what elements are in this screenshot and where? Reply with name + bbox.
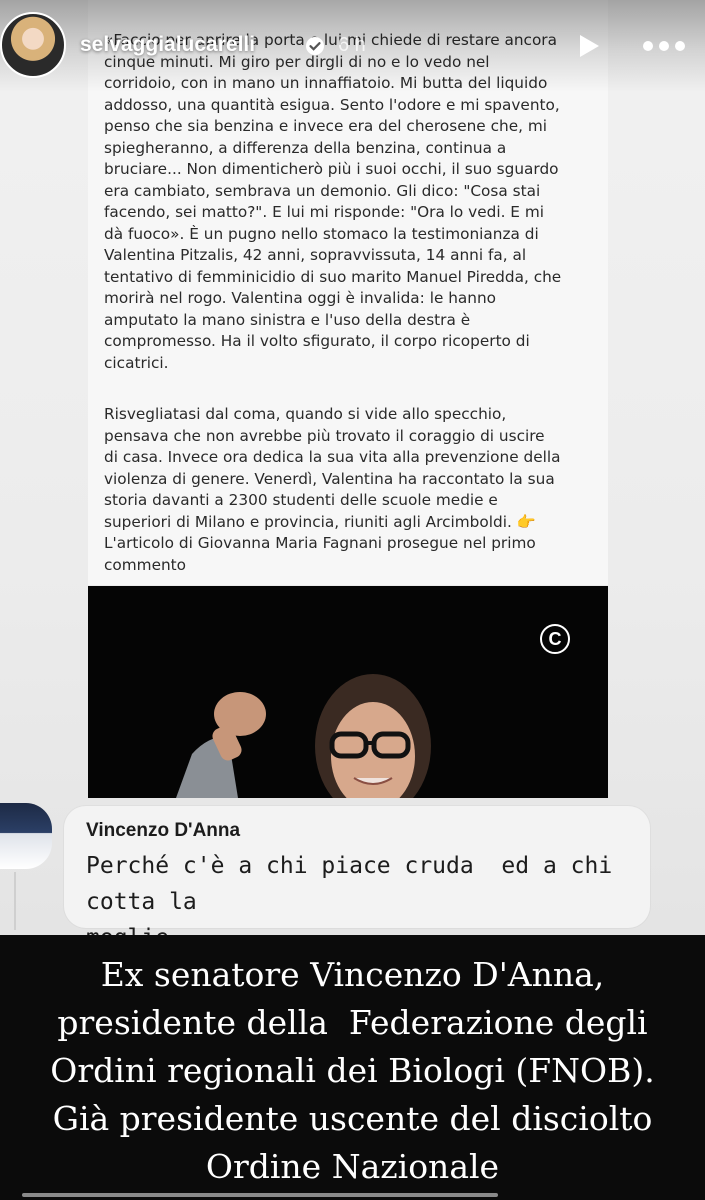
story-bottom-bar bbox=[22, 1193, 498, 1197]
story-timestamp: 6 h bbox=[338, 34, 366, 56]
verified-badge-icon bbox=[306, 37, 324, 55]
comment-text: Perché c'è a chi piace cruda ed a chi co… bbox=[86, 853, 613, 935]
comment-author[interactable]: Vincenzo D'Anna bbox=[86, 820, 240, 842]
story-username[interactable]: selvaggialucarelli bbox=[80, 33, 255, 57]
avatar[interactable] bbox=[0, 12, 66, 78]
story-content: «Faccio per aprire la porta e lui mi chi… bbox=[0, 0, 705, 935]
post-photo: C bbox=[88, 586, 608, 798]
copyright-c-icon: C bbox=[540, 624, 570, 654]
comment-avatar[interactable] bbox=[0, 803, 52, 869]
play-icon[interactable] bbox=[574, 32, 602, 60]
photo-illustration bbox=[88, 586, 608, 798]
story-caption-text: Ex senatore Vincenzo D'Anna, presidente … bbox=[50, 955, 655, 1186]
post-paragraph-2: Risvegliatasi dal coma, quando si vide a… bbox=[104, 405, 561, 574]
comment-thread-line bbox=[14, 872, 16, 930]
more-options-icon[interactable] bbox=[641, 39, 687, 53]
